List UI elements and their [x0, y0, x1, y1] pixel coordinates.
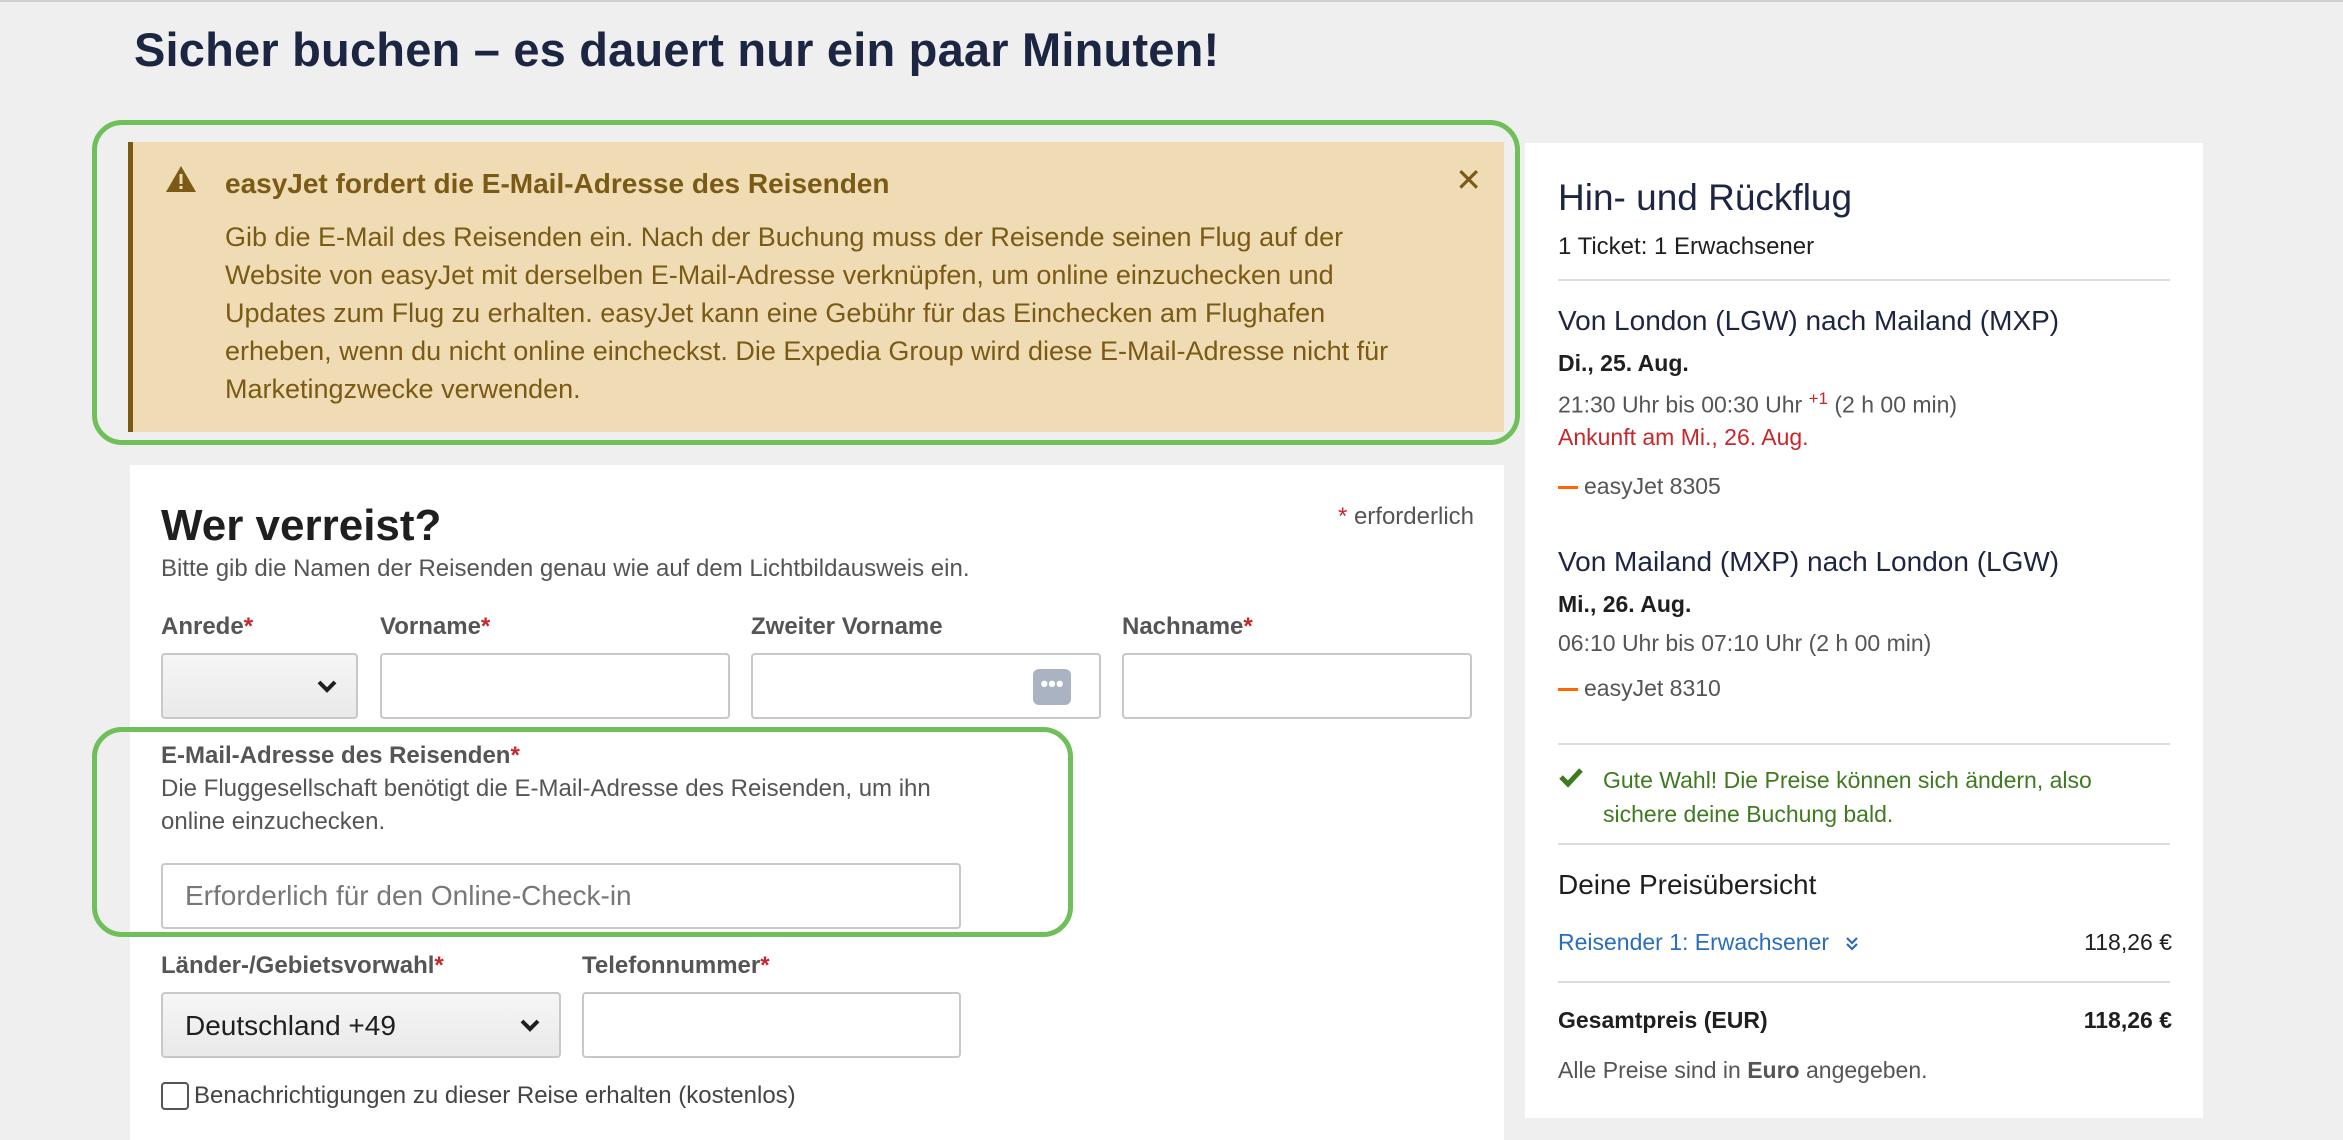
form-heading: Wer verreist?	[161, 501, 442, 550]
day-offset: +1	[1808, 389, 1828, 408]
salutation-label-text: Anrede	[161, 613, 244, 640]
outbound-airline: easyJet 8305	[1558, 473, 1721, 500]
divider	[1558, 981, 2170, 983]
country-code-label-text: Länder-/Gebietsvorwahl	[161, 952, 435, 979]
easyjet-logo-icon	[1558, 688, 1578, 692]
summary-title: Hin- und Rückflug	[1558, 177, 1853, 218]
total-price-label: Gesamtpreis (EUR)	[1558, 1007, 1768, 1033]
chevron-down-icon	[317, 680, 337, 693]
middlename-input[interactable]: •••	[751, 653, 1101, 719]
form-subtitle: Bitte gib die Namen der Reisenden genau …	[161, 555, 970, 582]
checkmark-icon	[1559, 768, 1583, 788]
email-label-text: E-Mail-Adresse des Reisenden	[161, 742, 511, 769]
alert-title: easyJet fordert die E-Mail-Adresse des R…	[225, 168, 890, 199]
country-code-label: Länder-/Gebietsvorwahl*	[161, 952, 444, 980]
alert-body: Gib die E-Mail des Reisenden ein. Nach d…	[225, 222, 1389, 404]
return-airline: easyJet 8310	[1558, 675, 1721, 702]
return-flight-number: easyJet 8310	[1584, 675, 1721, 701]
easyjet-email-alert: easyJet fordert die E-Mail-Adresse des R…	[128, 142, 1504, 432]
currency-note-suffix: angegeben.	[1805, 1057, 1928, 1083]
double-chevron-down-icon	[1846, 937, 1859, 951]
currency-note: Alle Preise sind in Euro angegeben.	[1558, 1057, 1928, 1084]
required-star: *	[243, 613, 254, 640]
country-code-value: Deutschland +49	[185, 1010, 396, 1041]
traveler-price-label: Reisender 1: Erwachsener	[1558, 929, 1830, 955]
currency-note-prefix: Alle Preise sind in	[1558, 1057, 1741, 1083]
required-star: *	[480, 613, 491, 640]
outbound-time: 21:30 Uhr bis 00:30 Uhr +1 (2 h 00 min)	[1558, 389, 1957, 419]
top-border	[0, 0, 2343, 2]
price-summary-heading: Deine Preisübersicht	[1558, 869, 1817, 900]
traveler-price: 118,26 €	[2084, 929, 2172, 955]
lastname-label-text: Nachname	[1122, 613, 1244, 640]
return-route: Von Mailand (MXP) nach London (LGW)	[1558, 546, 2060, 577]
trip-summary: Hin- und Rückflug 1 Ticket: 1 Erwachsene…	[1525, 143, 2203, 1118]
phone-label-text: Telefonnummer	[582, 952, 761, 979]
outbound-flight-number: easyJet 8305	[1584, 473, 1721, 499]
outbound-time-range: 21:30 Uhr bis 00:30 Uhr	[1558, 391, 1803, 418]
ticket-count: 1 Ticket: 1 Erwachsener	[1558, 233, 1815, 260]
divider	[1558, 843, 2170, 845]
outbound-duration: (2 h 00 min)	[1834, 391, 1958, 418]
traveler-price-toggle[interactable]: Reisender 1: Erwachsener	[1558, 929, 1859, 956]
return-time: 06:10 Uhr bis 07:10 Uhr (2 h 00 min)	[1558, 630, 1932, 656]
autofill-icon[interactable]: •••	[1033, 669, 1071, 705]
divider	[1558, 743, 2170, 745]
lastname-label: Nachname*	[1122, 613, 1253, 641]
email-input[interactable]	[161, 863, 961, 929]
required-note: * erforderlich	[1338, 503, 1474, 531]
outbound-arrival: Ankunft am Mi., 26. Aug.	[1558, 424, 1809, 450]
salutation-label: Anrede*	[161, 613, 253, 641]
outbound-route: Von London (LGW) nach Mailand (MXP)	[1558, 305, 2060, 336]
salutation-select[interactable]	[161, 653, 358, 719]
email-help-text: Die Fluggesellschaft benötigt die E-Mail…	[161, 775, 931, 835]
email-label: E-Mail-Adresse des Reisenden*	[161, 742, 520, 770]
required-star: *	[760, 952, 770, 979]
easyjet-logo-icon	[1558, 486, 1578, 490]
firstname-label-text: Vorname	[380, 613, 481, 640]
required-star: *	[510, 742, 520, 769]
return-date: Mi., 26. Aug.	[1558, 591, 1692, 617]
middlename-label: Zweiter Vorname	[751, 613, 943, 640]
outbound-date: Di., 25. Aug.	[1558, 350, 1689, 376]
currency-name: Euro	[1747, 1057, 1800, 1083]
required-star: *	[1337, 503, 1348, 530]
good-choice-message: Gute Wahl! Die Preise können sich ändern…	[1603, 767, 2092, 827]
notifications-checkbox[interactable]	[161, 1082, 189, 1110]
phone-label: Telefonnummer*	[582, 952, 770, 980]
divider	[1558, 279, 2170, 281]
required-note-text: erforderlich	[1353, 503, 1474, 530]
country-code-select[interactable]: Deutschland +49	[161, 992, 561, 1058]
lastname-input[interactable]	[1122, 653, 1472, 719]
notifications-label: Benachrichtigungen zu dieser Reise erhal…	[194, 1082, 796, 1109]
page-title: Sicher buchen – es dauert nur ein paar M…	[134, 23, 1220, 76]
traveler-form-card: Wer verreist? * erforderlich Bitte gib d…	[130, 465, 1504, 1140]
required-star: *	[1243, 613, 1253, 640]
warning-icon	[166, 166, 196, 192]
firstname-label: Vorname*	[380, 613, 490, 641]
required-star: *	[434, 952, 444, 979]
close-icon[interactable]: ✕	[1455, 164, 1482, 196]
firstname-input[interactable]	[380, 653, 730, 719]
chevron-down-icon	[520, 1019, 540, 1032]
phone-input[interactable]	[582, 992, 961, 1058]
total-price: 118,26 €	[2083, 1007, 2172, 1033]
